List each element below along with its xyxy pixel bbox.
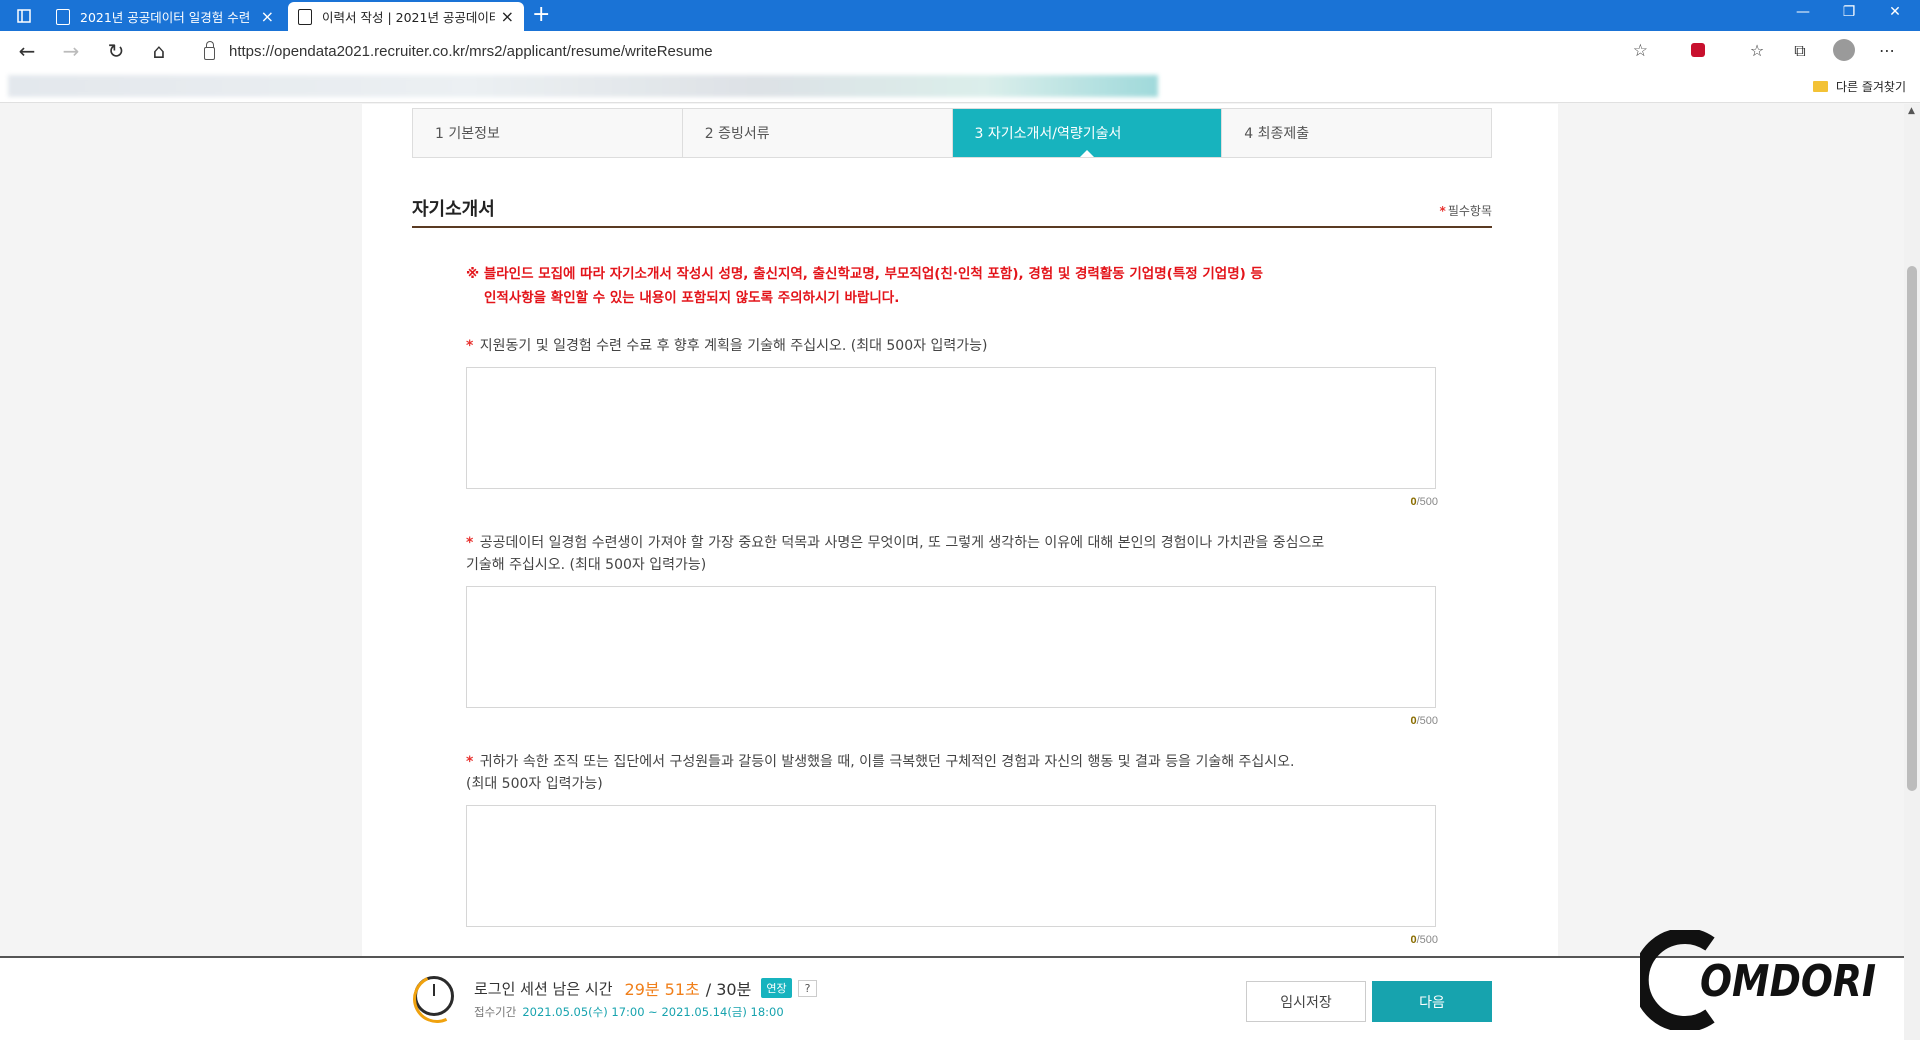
question-text-line-2: 기술해 주십시오. (최대 500자 입력가능) (466, 557, 707, 573)
comdori-watermark-logo: OMDORI (1632, 928, 1880, 1032)
home-icon[interactable]: ⌂ (146, 39, 172, 63)
reload-icon[interactable]: ↻ (103, 39, 129, 63)
required-star: * (466, 338, 474, 354)
warning-line-1: ※ 블라인드 모집에 따라 자기소개서 작성시 성명, 출신지역, 출신학교명,… (466, 266, 1263, 282)
browser-tab-bar: 2021년 공공데이터 일경험 수련 × 이력서 작성 | 2021년 공공데이… (0, 0, 1920, 31)
tab-actions-icon[interactable] (8, 6, 40, 26)
required-label: 필수항목 (1447, 204, 1492, 218)
step-final-submit[interactable]: 4 최종제출 (1222, 109, 1491, 157)
question-3-counter: 0/500 (1410, 934, 1438, 946)
required-star: * (466, 754, 474, 770)
period-label: 접수기간 (474, 1005, 517, 1019)
question-text: 공공데이터 일경험 수련생이 가져야 할 가장 중요한 덕목과 사명은 무엇이며… (479, 535, 1325, 551)
bookmarks-bar: 다른 즐겨찾기 (0, 71, 1920, 103)
session-timer: 로그인 세션 남은 시간 29분 51초 / 30분 연장 ? (474, 976, 818, 1000)
session-total: / 30분 (705, 980, 752, 999)
question-2-answer[interactable] (466, 586, 1436, 708)
scroll-thumb[interactable] (1907, 266, 1917, 791)
svg-text:OMDORI: OMDORI (1700, 956, 1876, 1007)
browser-tab-active[interactable]: 이력서 작성 | 2021년 공공데이터 × (288, 2, 524, 31)
temp-save-button[interactable]: 임시저장 (1246, 981, 1366, 1022)
tab-title: 이력서 작성 | 2021년 공공데이터 (322, 10, 495, 25)
required-note: * 필수항목 (1440, 202, 1492, 219)
favorites-icon[interactable]: ☆ (1746, 41, 1768, 61)
page-scrollbar[interactable]: ▲ (1904, 104, 1920, 1040)
scroll-up-arrow-icon[interactable]: ▲ (1908, 106, 1915, 116)
required-star: * (1439, 204, 1446, 218)
step-documents[interactable]: 2 증빙서류 (683, 109, 953, 157)
new-tab-icon[interactable]: + (532, 4, 550, 26)
extension-icon[interactable] (1691, 43, 1705, 57)
period-dates: 2021.05.05(수) 17:00 ~ 2021.05.14(금) 18:0… (522, 1005, 784, 1019)
section-divider (412, 226, 1492, 228)
warning-line-2: 인적사항을 확인할 수 있는 내용이 포함되지 않도록 주의하시기 바랍니다. (484, 290, 900, 306)
question-3-answer[interactable] (466, 805, 1436, 927)
lock-icon (204, 40, 215, 60)
restore-icon[interactable]: ❐ (1834, 4, 1864, 20)
session-remaining: 29분 51초 (624, 980, 700, 999)
question-3-label: * 귀하가 속한 조직 또는 집단에서 구성원들과 갈등이 발생했을 때, 이를… (466, 751, 1366, 795)
question-1-answer[interactable] (466, 367, 1436, 489)
more-menu-icon[interactable]: ⋯ (1876, 41, 1898, 61)
forward-arrow-icon[interactable]: → (58, 39, 84, 63)
other-favorites[interactable]: 다른 즐겨찾기 (1812, 78, 1906, 95)
other-favorites-label: 다른 즐겨찾기 (1835, 80, 1906, 94)
folder-icon (1812, 81, 1828, 92)
question-2-label: * 공공데이터 일경험 수련생이 가져야 할 가장 중요한 덕목과 사명은 무엇… (466, 532, 1366, 576)
collections-icon[interactable]: ⧉ (1789, 41, 1811, 61)
close-icon[interactable]: × (501, 8, 514, 25)
url-text: https://opendata2021.recruiter.co.kr/mrs… (229, 42, 713, 60)
profile-avatar-icon[interactable] (1833, 39, 1855, 61)
add-favorite-icon[interactable]: ☆ (1633, 41, 1648, 61)
required-star: * (466, 535, 474, 551)
help-button[interactable]: ? (797, 979, 818, 997)
tab-title: 2021년 공공데이터 일경험 수련 (80, 10, 251, 25)
step-self-intro[interactable]: 3 자기소개서/역량기술서 (952, 109, 1223, 157)
session-label: 로그인 세션 남은 시간 (474, 979, 613, 998)
section-title: 자기소개서 (412, 199, 495, 220)
blind-recruitment-warning: ※ 블라인드 모집에 따라 자기소개서 작성시 성명, 출신지역, 출신학교명,… (466, 262, 1346, 310)
page-icon (298, 8, 312, 25)
char-max: /500 (1416, 496, 1438, 508)
window-close-icon[interactable]: ✕ (1880, 4, 1910, 20)
question-2-counter: 0/500 (1410, 715, 1438, 727)
blurred-bookmarks (8, 75, 1158, 97)
back-arrow-icon[interactable]: ← (14, 39, 40, 63)
address-bar-row: ← → ↻ ⌂ https://opendata2021.recruiter.c… (0, 31, 1920, 71)
url-field[interactable]: https://opendata2021.recruiter.co.kr/mrs… (190, 36, 1660, 66)
step-basic-info[interactable]: 1 기본정보 (413, 109, 683, 157)
step-navigation: 1 기본정보 2 증빙서류 3 자기소개서/역량기술서 4 최종제출 (412, 108, 1492, 158)
application-period: 접수기간 2021.05.05(수) 17:00 ~ 2021.05.14(금) … (474, 1004, 784, 1020)
question-text: 귀하가 속한 조직 또는 집단에서 구성원들과 갈등이 발생했을 때, 이를 극… (479, 754, 1295, 770)
question-1-counter: 0/500 (1410, 496, 1438, 508)
question-text-line-2: (최대 500자 입력가능) (466, 776, 603, 792)
char-max: /500 (1416, 715, 1438, 727)
close-icon[interactable]: × (261, 8, 274, 25)
page-icon (56, 8, 70, 25)
session-footer (0, 956, 1920, 1040)
question-text: 지원동기 및 일경험 수련 수료 후 향후 계획을 기술해 주십시오. (최대 … (479, 338, 988, 354)
question-1-label: * 지원동기 및 일경험 수련 수료 후 향후 계획을 기술해 주십시오. (최… (466, 335, 1366, 357)
char-max: /500 (1416, 934, 1438, 946)
next-button[interactable]: 다음 (1372, 981, 1492, 1022)
extend-session-button[interactable]: 연장 (761, 978, 792, 998)
clock-icon (414, 976, 454, 1016)
browser-tab[interactable]: 2021년 공공데이터 일경험 수련 × (46, 2, 284, 31)
minimize-icon[interactable]: — (1788, 4, 1818, 20)
